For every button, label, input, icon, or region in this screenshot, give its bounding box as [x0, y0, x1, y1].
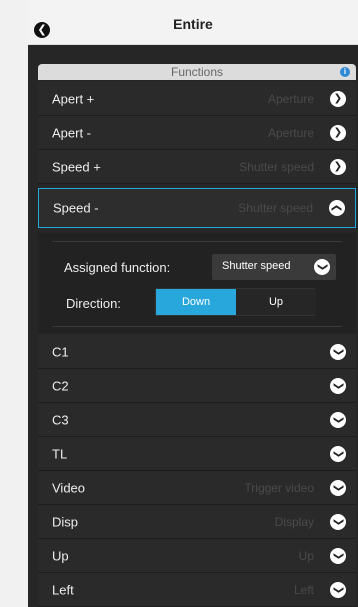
row-video[interactable]: Video Trigger video ❯ — [38, 471, 356, 505]
assigned-function-label: Assigned function: — [64, 260, 171, 275]
chevron-down-icon[interactable]: ❯ — [330, 158, 346, 175]
row-label: Up — [52, 548, 69, 563]
row-apert-plus[interactable]: Apert + Aperture ❯ — [38, 82, 356, 116]
row-label: Apert + — [52, 91, 95, 106]
row-speed-minus[interactable]: Speed - Shutter speed ❯ — [38, 188, 356, 228]
row-label: Speed - — [53, 200, 99, 216]
chevron-down-icon[interactable]: ❯ — [330, 377, 346, 394]
row-value: Display — [274, 514, 314, 529]
chevron-down-icon[interactable]: ❯ — [330, 581, 346, 598]
row-value: Aperture — [267, 91, 314, 106]
chevron-down-icon[interactable]: ❯ — [330, 513, 346, 530]
header: ❮ Entire — [28, 0, 358, 45]
row-label: C2 — [52, 378, 69, 393]
row-c2[interactable]: C2 ❯ — [38, 369, 356, 403]
info-icon[interactable]: i — [340, 67, 350, 77]
row-value: Shutter speed — [239, 159, 314, 174]
row-up[interactable]: Up Up ❯ — [38, 539, 356, 573]
row-value: Shutter speed — [238, 201, 313, 215]
row-left[interactable]: Left Left ❯ — [38, 573, 356, 607]
row-tl[interactable]: TL ❯ — [38, 437, 356, 471]
row-label: C1 — [52, 344, 69, 359]
chevron-down-icon[interactable]: ❯ — [330, 411, 346, 428]
row-label: C3 — [52, 412, 69, 427]
chevron-down-icon[interactable]: ❯ — [330, 547, 346, 564]
direction-up-button[interactable]: Up — [236, 289, 316, 315]
chevron-down-icon[interactable]: ❯ — [330, 124, 346, 141]
page-title: Entire — [173, 16, 213, 32]
functions-section-header: Functions i — [38, 64, 356, 80]
row-speed-plus[interactable]: Speed + Shutter speed ❯ — [38, 150, 356, 184]
chevron-down-icon[interactable]: ❯ — [330, 445, 346, 462]
row-value: Aperture — [267, 125, 314, 140]
row-label: Apert - — [52, 125, 92, 140]
settings-panel: ❮ Entire Functions i Apert + Aperture ❯ … — [28, 0, 358, 607]
row-disp[interactable]: Disp Display ❯ — [38, 505, 356, 539]
row-label: Video — [52, 480, 86, 495]
direction-label: Direction: — [66, 296, 121, 311]
row-value: Trigger video — [244, 480, 314, 495]
row-label: Speed + — [52, 159, 101, 174]
chevron-down-icon[interactable]: ❯ — [330, 479, 346, 496]
assigned-function-value: Shutter speed — [222, 260, 291, 272]
row-value: Left — [293, 582, 314, 597]
row-label: TL — [52, 446, 68, 461]
direction-toggle: Down Up — [155, 288, 316, 316]
chevron-up-icon[interactable]: ❯ — [329, 200, 345, 216]
row-label: Disp — [52, 514, 79, 529]
assigned-function-select[interactable]: Shutter speed ❯ — [212, 254, 336, 280]
chevron-down-icon[interactable]: ❯ — [330, 90, 346, 107]
direction-down-button[interactable]: Down — [156, 289, 236, 315]
chevron-down-icon[interactable]: ❯ — [330, 343, 346, 360]
row-label: Left — [52, 582, 74, 597]
row-c3[interactable]: C3 ❯ — [38, 403, 356, 437]
row-apert-minus[interactable]: Apert - Aperture ❯ — [38, 116, 356, 150]
chevron-down-icon[interactable]: ❯ — [314, 259, 330, 275]
row-c1[interactable]: C1 ❯ — [38, 335, 356, 369]
row-value: Up — [298, 548, 314, 563]
section-title: Functions — [170, 65, 224, 79]
speed-minus-details: Assigned function: Shutter speed ❯ Direc… — [38, 233, 356, 333]
